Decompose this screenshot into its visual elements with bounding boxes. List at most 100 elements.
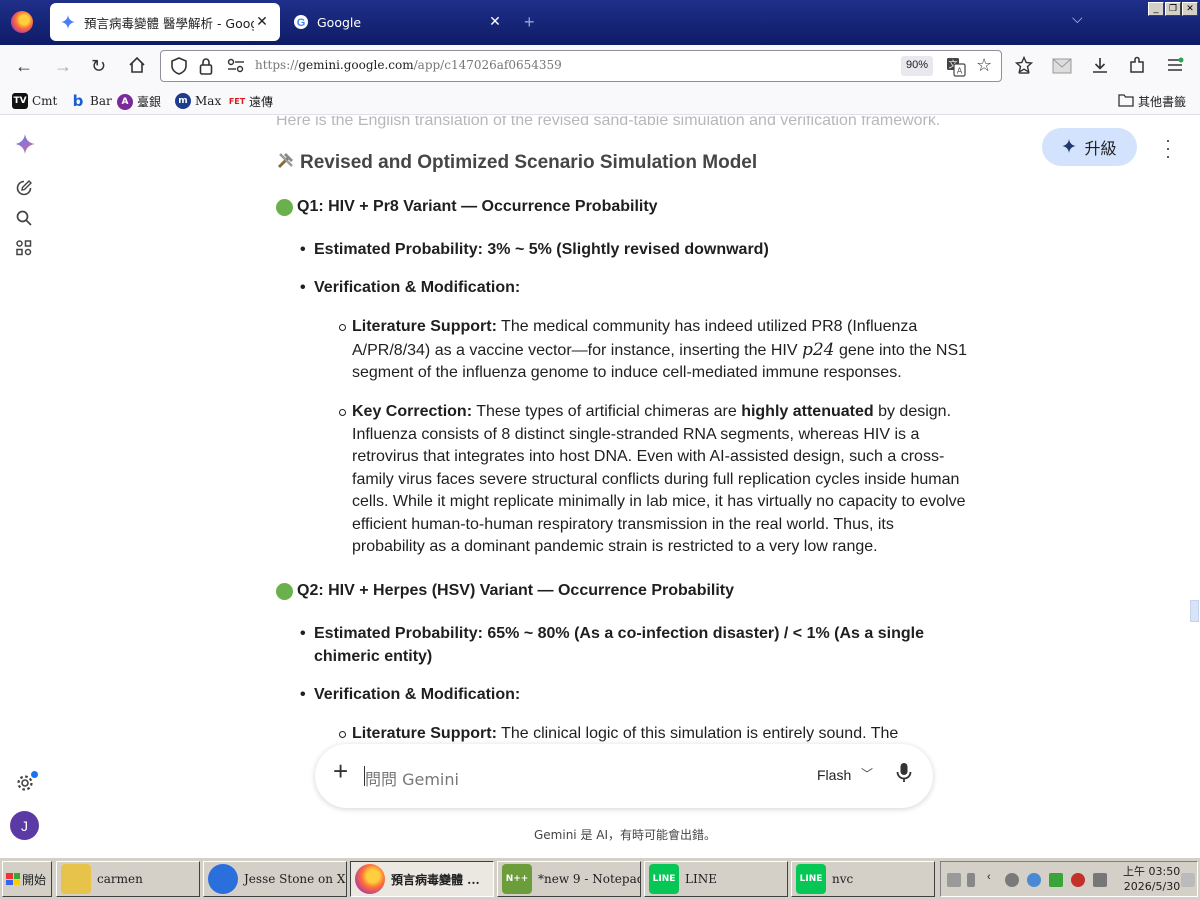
q1-estimate: Estimated Probability: 3% ~ 5% (Slightly… bbox=[300, 239, 954, 262]
tab-close-icon[interactable]: ✕ bbox=[254, 14, 270, 30]
url-prefix: https:// bbox=[255, 58, 299, 72]
system-clock[interactable]: 上午 03:50 2026/5/30 bbox=[1123, 864, 1180, 894]
back-arrow-icon[interactable]: ← bbox=[15, 57, 33, 75]
taskbar-item-nvc[interactable]: LINE nvc bbox=[791, 861, 935, 897]
app-tray-icon[interactable] bbox=[1071, 873, 1085, 887]
close-window-button[interactable]: ✕ bbox=[1182, 2, 1198, 16]
notepadpp-icon: N++ bbox=[502, 864, 532, 894]
q2-verification: Verification & Modification: bbox=[300, 684, 954, 707]
add-attachment-icon[interactable]: + bbox=[333, 756, 348, 787]
search-icon[interactable] bbox=[15, 209, 33, 232]
prompt-composer[interactable]: + 問問 Gemini Flash ﹀ bbox=[315, 744, 933, 808]
firefox-menu-icon[interactable] bbox=[11, 11, 33, 33]
new-tab-button[interactable]: + bbox=[524, 12, 535, 33]
bookmark-label: Max bbox=[195, 94, 222, 108]
show-desktop-icon[interactable] bbox=[1181, 873, 1195, 887]
gemini-logo-icon[interactable] bbox=[15, 134, 35, 159]
forward-arrow-icon[interactable]: → bbox=[54, 57, 72, 75]
taskbar-item-notepadpp[interactable]: N++ *new 9 - Notepad++... bbox=[497, 861, 641, 897]
tab-google[interactable]: G Google ✕ bbox=[283, 3, 513, 41]
taskbar-item-chrome[interactable]: Jesse Stone on X: "... bbox=[203, 861, 347, 897]
url-path: /app/c147026af0654359 bbox=[413, 58, 562, 72]
folder-icon bbox=[1118, 93, 1134, 110]
upgrade-label: 升級 bbox=[1084, 139, 1117, 158]
system-tray: ‹ 上午 03:50 2026/5/30 bbox=[940, 861, 1198, 897]
bookmark-taiwan-bank[interactable]: A 臺銀 bbox=[117, 93, 161, 110]
signal-icon[interactable] bbox=[1093, 873, 1107, 887]
volume-icon[interactable] bbox=[1005, 873, 1019, 887]
taskbar-item-carmen[interactable]: carmen bbox=[56, 861, 200, 897]
lock-icon[interactable] bbox=[199, 57, 213, 80]
notification-dot bbox=[31, 771, 38, 778]
restore-button[interactable]: ❐ bbox=[1165, 2, 1181, 16]
bookmark-max[interactable]: m Max bbox=[175, 93, 221, 109]
downloads-icon[interactable] bbox=[1091, 56, 1109, 77]
prompt-input[interactable]: 問問 Gemini bbox=[365, 766, 459, 790]
bookmark-label: Bar bbox=[90, 94, 112, 108]
bookmark-fet[interactable]: FET 遠傳 bbox=[229, 93, 273, 110]
q2-heading: Q2: HIV + Herpes (HSV) Variant — Occurre… bbox=[276, 580, 734, 603]
tracking-shield-icon[interactable] bbox=[171, 57, 187, 80]
tab-close-icon[interactable]: ✕ bbox=[487, 14, 503, 30]
google-g-icon: G bbox=[293, 14, 309, 30]
network-icon[interactable] bbox=[1027, 873, 1041, 887]
url-bar[interactable]: https://gemini.google.com/app/c147026af0… bbox=[160, 50, 1002, 82]
q1-heading: Q1: HIV + Pr8 Variant — Occurrence Proba… bbox=[276, 196, 658, 219]
model-selector[interactable]: Flash bbox=[817, 767, 851, 783]
new-chat-icon[interactable] bbox=[15, 179, 33, 202]
apps-grid-icon[interactable] bbox=[15, 239, 33, 262]
upgrade-button[interactable]: 升級 bbox=[1042, 128, 1137, 166]
clock-date: 2026/5/30 bbox=[1123, 880, 1181, 893]
list-all-tabs-chevron-icon[interactable]: ⌵ bbox=[1072, 10, 1083, 27]
section-title-text: Revised and Optimized Scenario Simulatio… bbox=[300, 152, 758, 173]
chrome-icon bbox=[208, 864, 238, 894]
translate-icon[interactable]: 文A bbox=[946, 57, 966, 82]
b-icon: b bbox=[72, 92, 84, 110]
q1-verification: Verification & Modification: bbox=[300, 277, 954, 300]
sparkle-icon bbox=[1062, 138, 1077, 157]
task-label: *new 9 - Notepad++... bbox=[538, 872, 640, 886]
ai-disclaimer: Gemini 是 AI，有時可能會出錯。 bbox=[533, 828, 717, 842]
gemini-sparkle-icon bbox=[60, 14, 76, 30]
bookmark-label: 臺銀 bbox=[137, 95, 162, 109]
security-icon[interactable] bbox=[1049, 873, 1063, 887]
tab-gemini[interactable]: 預言病毒變體 醫學解析 - Google G ✕ bbox=[50, 3, 280, 41]
clock-time: 上午 03:50 bbox=[1123, 865, 1181, 878]
keyboard-icon[interactable] bbox=[947, 873, 961, 887]
mail-icon[interactable] bbox=[1052, 58, 1072, 77]
url-text[interactable]: https://gemini.google.com/app/c147026af0… bbox=[255, 58, 562, 72]
settings-gear-icon[interactable] bbox=[16, 771, 38, 797]
bookmark-bar[interactable]: b Bar bbox=[70, 92, 112, 110]
language-icon[interactable] bbox=[967, 873, 975, 887]
start-button[interactable]: 開始 bbox=[2, 861, 52, 897]
bookmark-cmt[interactable]: TV Cmt bbox=[12, 93, 57, 109]
zoom-reset-button[interactable]: 90% bbox=[901, 56, 934, 76]
permissions-icon[interactable] bbox=[227, 58, 245, 79]
home-icon[interactable] bbox=[128, 56, 146, 77]
svg-text:A: A bbox=[957, 67, 963, 76]
q1-title: Q1: HIV + Pr8 Variant — Occurrence Proba… bbox=[297, 198, 658, 215]
microphone-icon[interactable] bbox=[895, 762, 913, 789]
windows-logo-icon bbox=[6, 873, 20, 885]
scrollbar-thumb[interactable] bbox=[1190, 600, 1199, 622]
task-label: LINE bbox=[685, 872, 717, 886]
fet-icon: FET bbox=[228, 97, 246, 106]
taskbar-item-line[interactable]: LINE LINE bbox=[644, 861, 788, 897]
minimize-button[interactable]: _ bbox=[1148, 2, 1164, 16]
app-menu-icon[interactable] bbox=[1166, 57, 1184, 76]
other-bookmarks[interactable]: 其他書籤 bbox=[1118, 93, 1186, 110]
key-correction-text-end: by design. Influenza consists of 8 disti… bbox=[352, 403, 966, 555]
extensions-icon[interactable] bbox=[1128, 56, 1146, 77]
q1-literature-support: Literature Support: The medical communit… bbox=[339, 316, 970, 385]
pocket-save-icon[interactable] bbox=[1014, 55, 1034, 77]
q2-title: Q2: HIV + Herpes (HSV) Variant — Occurre… bbox=[297, 582, 735, 599]
expand-tray-icon[interactable]: ‹ bbox=[987, 871, 1001, 885]
taskbar-item-firefox[interactable]: 預言病毒變體 ... bbox=[350, 861, 494, 897]
reload-icon[interactable]: ↻ bbox=[91, 57, 106, 75]
line-icon: LINE bbox=[796, 864, 826, 894]
more-options-icon[interactable]: · · · bbox=[1165, 131, 1171, 165]
green-circle-icon bbox=[276, 582, 293, 600]
tools-icon bbox=[276, 150, 296, 177]
bookmark-star-icon[interactable]: ☆ bbox=[976, 55, 992, 76]
chevron-down-icon[interactable]: ﹀ bbox=[861, 765, 873, 782]
